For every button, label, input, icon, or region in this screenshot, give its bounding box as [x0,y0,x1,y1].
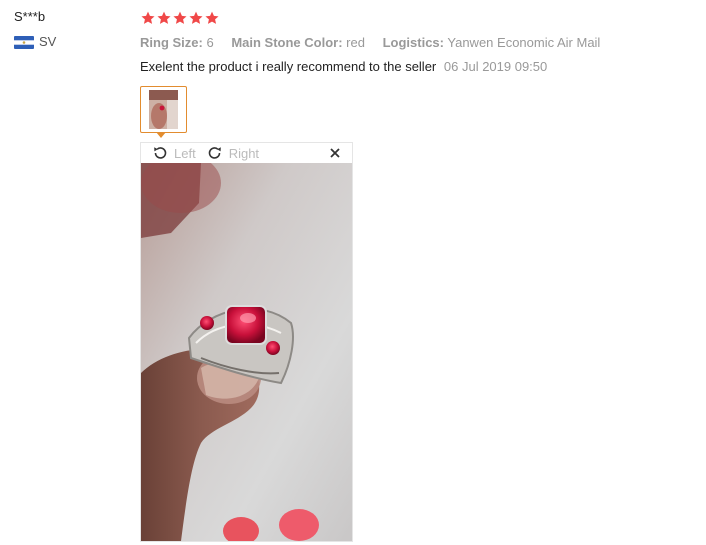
star-icon [140,10,156,26]
attr-value: red [346,35,365,50]
attr-label: Ring Size: [140,35,203,50]
el-salvador-flag-icon [14,35,34,49]
review-content: Exelent the product i really recommend t… [140,58,690,76]
attr-value: 6 [206,35,214,50]
star-icon [172,10,188,26]
close-icon [330,148,340,158]
star-icon [204,10,220,26]
star-icon [156,10,172,26]
review-item: S***b SV Ring Size: 6 Main Stone Color: … [0,0,706,545]
attr-label: Logistics: [382,35,444,50]
review-date: 06 Jul 2019 09:50 [443,59,548,74]
rotate-right-button[interactable]: Right [206,145,259,161]
thumbnail-pointer [156,132,166,138]
attr-label: Main Stone Color: [231,35,343,50]
rotate-right-label: Right [228,145,260,161]
star-rating [140,8,690,28]
reviewer-name: S***b [14,9,46,24]
attr-value: Yanwen Economic Air Mail [447,35,601,50]
star-icon [188,10,204,26]
order-attributes: Ring Size: 6 Main Stone Color: red Logis… [140,34,690,52]
enlarged-review-photo [141,163,352,541]
review-photo-thumbnails [140,86,187,138]
rotate-left-icon [151,145,169,161]
photo-viewer: Left Right [140,142,353,542]
review-text: Exelent the product i really recommend t… [140,59,437,74]
country-code: SV [39,34,57,49]
viewer-toolbar: Left Right [141,143,352,163]
attr-ring-size: Ring Size: 6 [140,35,217,50]
rotate-right-icon [206,145,224,161]
attr-stone-color: Main Stone Color: red [231,35,368,50]
thumbnail-image [149,90,178,129]
reviewer-country: SV [14,34,134,50]
rotate-left-label: Left [174,145,196,161]
reviewer-info: S***b SV [14,8,134,50]
attr-logistics: Logistics: Yanwen Economic Air Mail [383,35,601,50]
photo-thumbnail[interactable] [140,86,187,138]
close-viewer-button[interactable] [328,146,342,160]
rotate-left-button[interactable]: Left [151,145,196,161]
review-body: Ring Size: 6 Main Stone Color: red Logis… [140,8,690,76]
